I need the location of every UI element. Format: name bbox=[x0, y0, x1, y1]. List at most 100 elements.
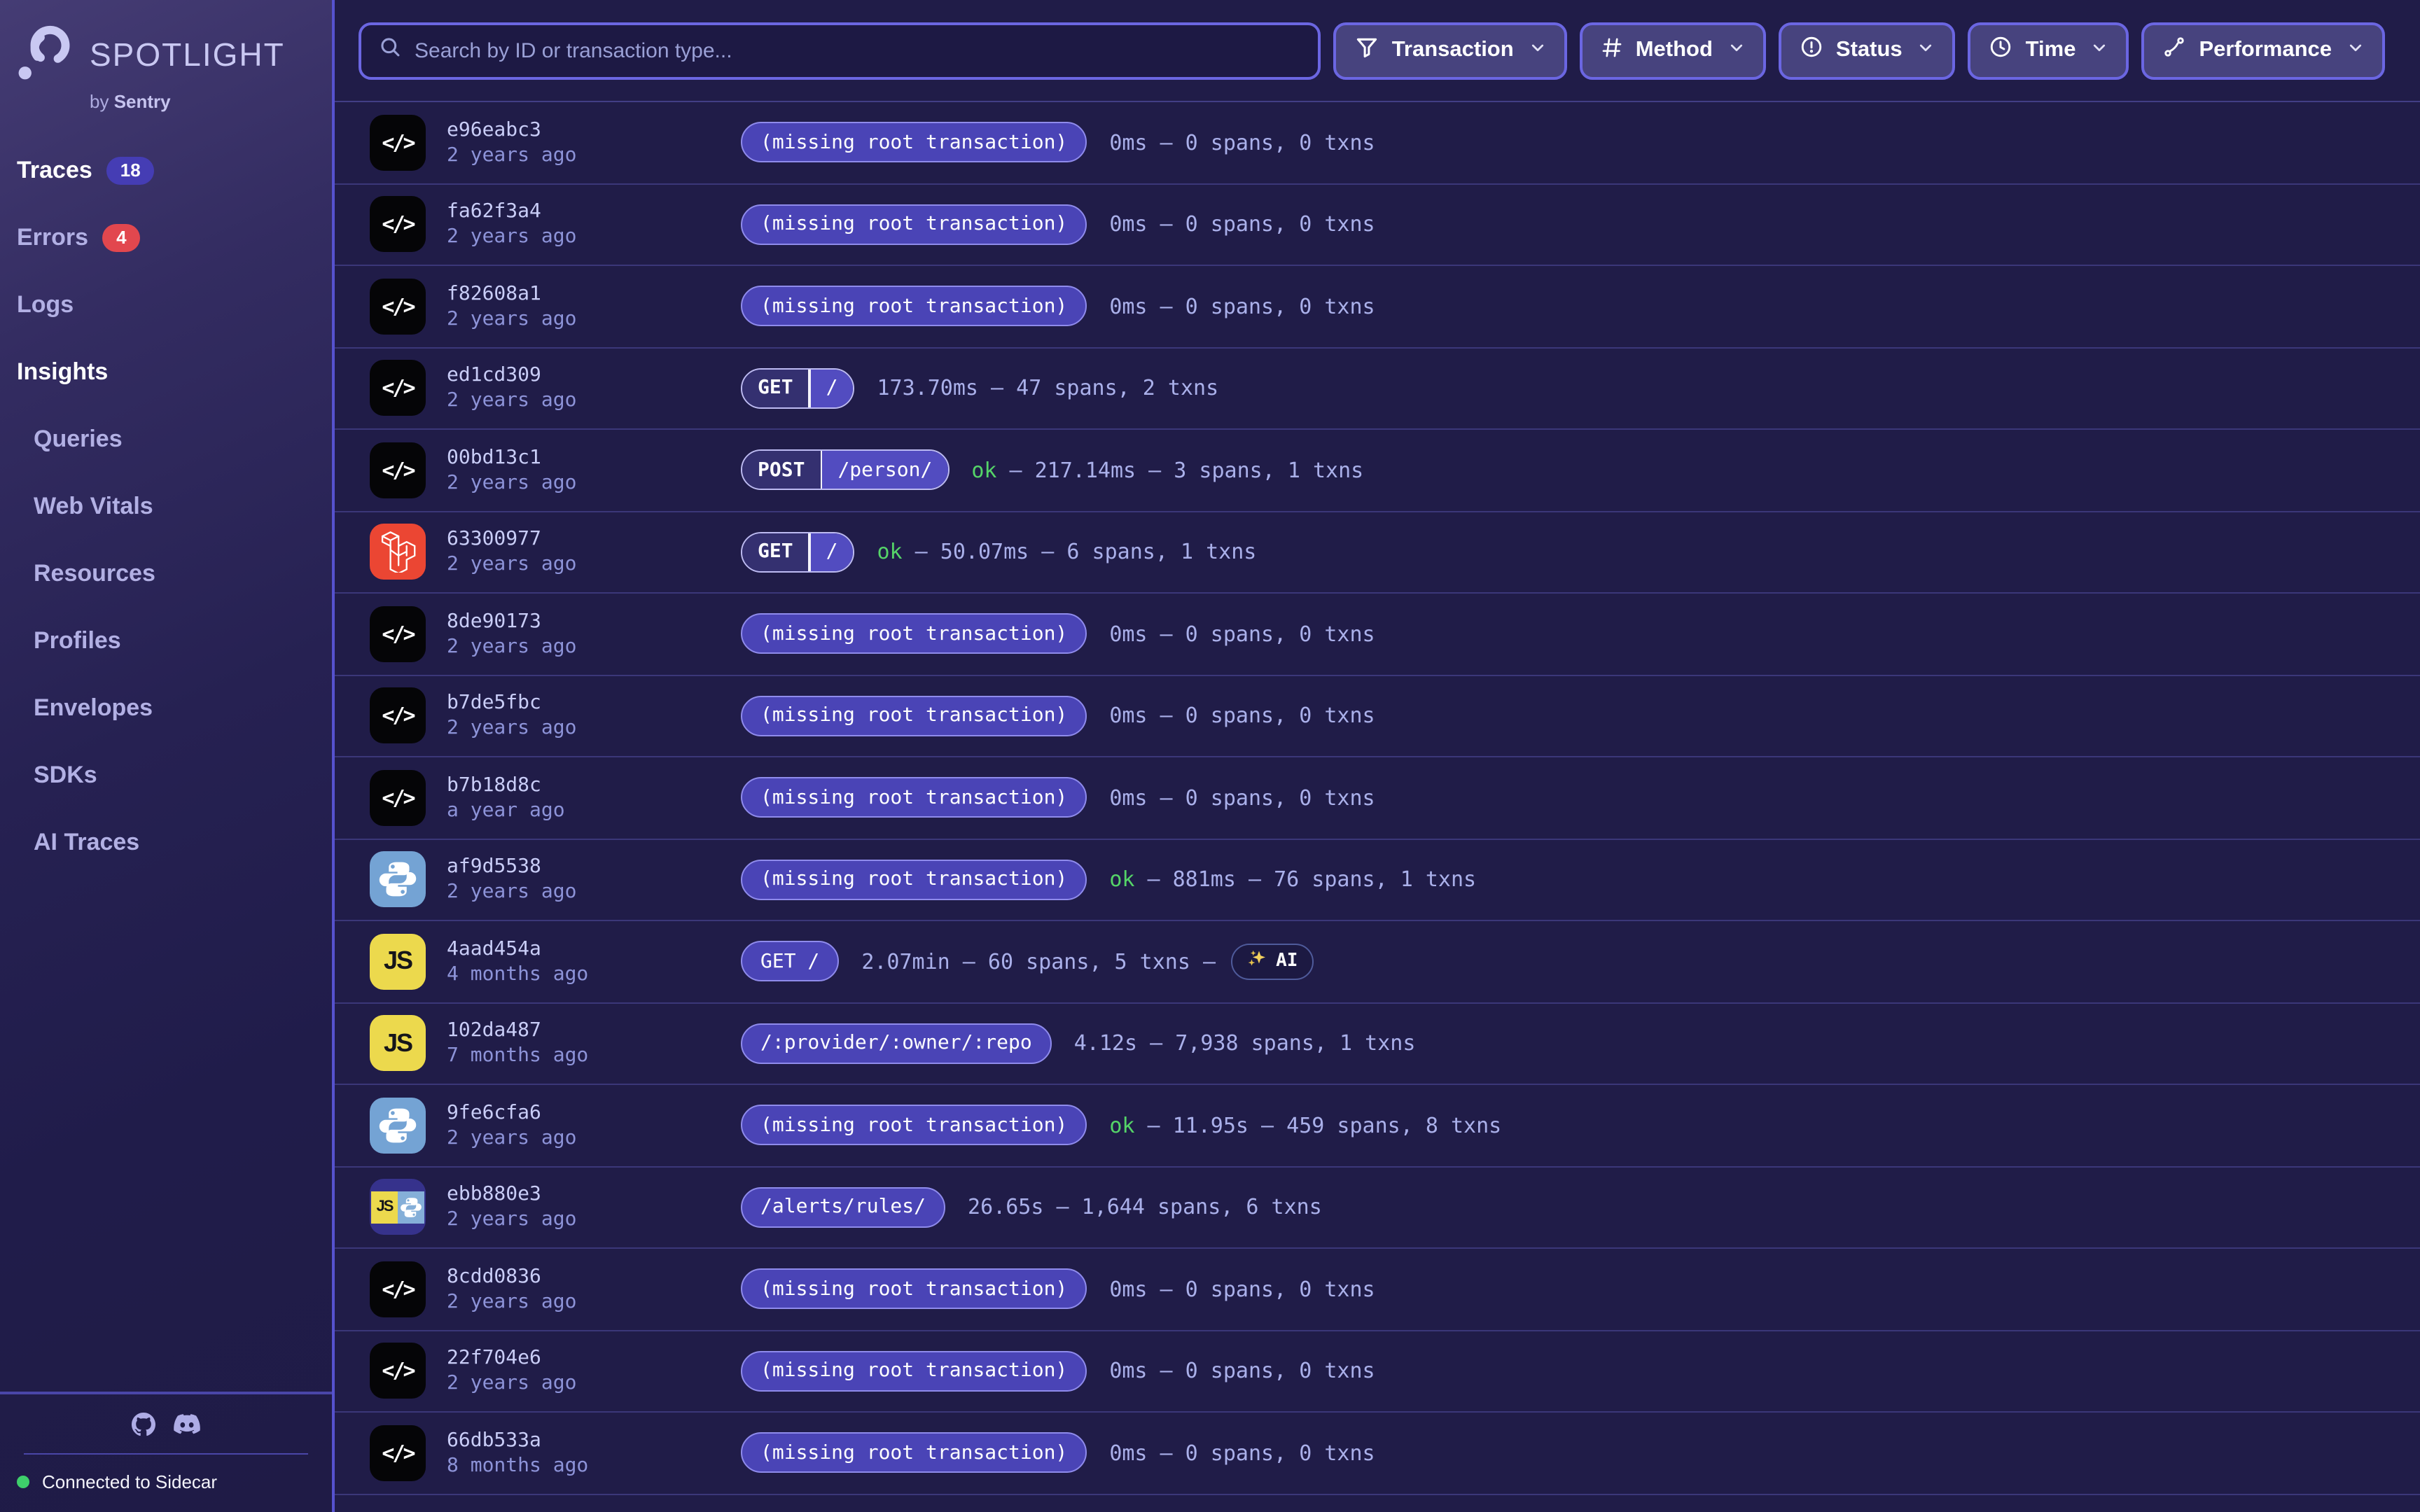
missing-root-transaction-badge: (missing root transaction) bbox=[741, 1433, 1087, 1474]
trace-meta: 66db533a 8 months ago bbox=[447, 1429, 741, 1477]
sidebar-item-sdks[interactable]: SDKs bbox=[0, 753, 332, 797]
spotlight-logo-icon bbox=[15, 21, 77, 90]
discord-icon[interactable] bbox=[174, 1414, 200, 1435]
trace-row[interactable]: </> f82608a1 2 years ago (missing root t… bbox=[335, 266, 2420, 348]
trace-timestamp: a year ago bbox=[447, 799, 741, 822]
sidebar-item-profiles[interactable]: Profiles bbox=[0, 619, 332, 662]
trace-timestamp: 2 years ago bbox=[447, 308, 741, 330]
transaction-path: /person/ bbox=[822, 451, 947, 489]
trace-row[interactable]: </> 66db533a 8 months ago (missing root … bbox=[335, 1413, 2420, 1494]
python-icon bbox=[398, 1191, 424, 1224]
trace-row[interactable]: 63300977 2 years ago GET/ ok — 50.07ms —… bbox=[335, 512, 2420, 594]
trace-row[interactable]: 9fe6cfa6 2 years ago (missing root trans… bbox=[335, 1085, 2420, 1167]
javascript-icon: JS bbox=[370, 934, 426, 990]
code-icon: </> bbox=[370, 279, 426, 335]
sidebar-item-traces[interactable]: Traces 18 bbox=[0, 148, 332, 192]
trace-stats: 0ms — 0 spans, 0 txns bbox=[1109, 294, 1375, 319]
trace-stats: 0ms — 0 spans, 0 txns bbox=[1109, 785, 1375, 811]
trace-timestamp: 2 years ago bbox=[447, 226, 741, 248]
trace-row[interactable]: </> 00bd13c1 2 years ago POST/person/ ok… bbox=[335, 430, 2420, 512]
trace-meta: f82608a1 2 years ago bbox=[447, 283, 741, 330]
sidebar: SPOTLIGHT by Sentry Traces 18 Errors 4 L… bbox=[0, 0, 335, 1512]
spotlight-app: SPOTLIGHT by Sentry Traces 18 Errors 4 L… bbox=[0, 0, 2420, 1512]
hash-icon bbox=[1601, 36, 1623, 65]
missing-root-transaction-badge: (missing root transaction) bbox=[741, 204, 1087, 245]
trace-id: 22f704e6 bbox=[447, 1348, 741, 1370]
trace-stats: 4.12s — 7,938 spans, 1 txns bbox=[1074, 1031, 1416, 1056]
trace-timestamp: 2 years ago bbox=[447, 636, 741, 658]
code-icon: </> bbox=[370, 1343, 426, 1399]
trace-timestamp: 2 years ago bbox=[447, 881, 741, 904]
sidebar-item-errors[interactable]: Errors 4 bbox=[0, 216, 332, 259]
trace-stats: ok — 881ms — 76 spans, 1 txns bbox=[1109, 867, 1476, 892]
search-icon bbox=[378, 35, 402, 66]
perf-icon bbox=[2162, 35, 2186, 66]
trace-timestamp: 2 years ago bbox=[447, 1373, 741, 1395]
trace-row[interactable]: JS 102da487 7 months ago /:provider/:own… bbox=[335, 1003, 2420, 1085]
transaction-path: / bbox=[811, 370, 854, 407]
code-icon: </> bbox=[370, 360, 426, 416]
sidebar-item-queries[interactable]: Queries bbox=[0, 417, 332, 461]
trace-id: 9fe6cfa6 bbox=[447, 1102, 741, 1124]
trace-timestamp: 2 years ago bbox=[447, 718, 741, 740]
transaction-badge: /alerts/rules/ bbox=[741, 1187, 945, 1228]
trace-row[interactable]: </> fa62f3a4 2 years ago (missing root t… bbox=[335, 184, 2420, 266]
trace-row[interactable]: JS 4aad454a 4 months ago GET / 2.07min —… bbox=[335, 921, 2420, 1003]
sidebar-item-resources[interactable]: Resources bbox=[0, 552, 332, 595]
missing-root-transaction-badge: (missing root transaction) bbox=[741, 614, 1087, 654]
alert-icon bbox=[1800, 35, 1823, 66]
trace-row[interactable]: </> 22f704e6 2 years ago (missing root t… bbox=[335, 1331, 2420, 1413]
trace-id: ebb880e3 bbox=[447, 1184, 741, 1206]
trace-timestamp: 2 years ago bbox=[447, 472, 741, 494]
sidebar-nav: Traces 18 Errors 4 Logs Insights Queries… bbox=[0, 148, 332, 864]
transaction-badge: /:provider/:owner/:repo bbox=[741, 1023, 1052, 1064]
filter-button-performance[interactable]: Performance bbox=[2141, 22, 2385, 79]
trace-row[interactable]: </> 8de90173 2 years ago (missing root t… bbox=[335, 594, 2420, 676]
sidebar-spacer bbox=[0, 864, 332, 1392]
clock-icon bbox=[1989, 35, 2013, 66]
chevron-down-icon bbox=[1725, 38, 1745, 63]
trace-row[interactable]: </> 8cdd0836 2 years ago (missing root t… bbox=[335, 1249, 2420, 1331]
trace-id: e96eabc3 bbox=[447, 119, 741, 141]
trace-id: b7b18d8c bbox=[447, 774, 741, 797]
trace-row[interactable]: </> b7b18d8c a year ago (missing root tr… bbox=[335, 757, 2420, 839]
trace-id: b7de5fbc bbox=[447, 692, 741, 715]
trace-timestamp: 2 years ago bbox=[447, 1291, 741, 1313]
sidebar-item-logs[interactable]: Logs bbox=[0, 283, 332, 326]
trace-meta: 00bd13c1 2 years ago bbox=[447, 447, 741, 494]
filter-button-transaction[interactable]: Transaction bbox=[1333, 22, 1567, 79]
transaction-badge: POST/person/ bbox=[741, 450, 949, 491]
missing-root-transaction-badge: (missing root transaction) bbox=[741, 860, 1087, 900]
app-title: SPOTLIGHT bbox=[90, 36, 285, 74]
trace-row[interactable]: </> b7de5fbc 2 years ago (missing root t… bbox=[335, 676, 2420, 757]
sidebar-item-ai-traces[interactable]: AI Traces bbox=[0, 820, 332, 864]
code-icon: </> bbox=[370, 197, 426, 253]
trace-meta: 102da487 7 months ago bbox=[447, 1020, 741, 1068]
trace-meta: e96eabc3 2 years ago bbox=[447, 119, 741, 167]
filter-button-method[interactable]: Method bbox=[1580, 22, 1766, 79]
filter-button-time[interactable]: Time bbox=[1968, 22, 2129, 79]
trace-row[interactable]: JS ebb880e3 2 years ago /alerts/rules/ 2… bbox=[335, 1167, 2420, 1249]
status-label: Connected to Sidecar bbox=[42, 1471, 217, 1492]
sidecar-status: Connected to Sidecar bbox=[0, 1455, 332, 1512]
trace-timestamp: 2 years ago bbox=[447, 144, 741, 167]
trace-stats: 0ms — 0 spans, 0 txns bbox=[1109, 704, 1375, 729]
trace-row[interactable]: af9d5538 2 years ago (missing root trans… bbox=[335, 839, 2420, 921]
sidebar-item-envelopes[interactable]: Envelopes bbox=[0, 686, 332, 729]
filter-bar: TransactionMethodStatusTimePerformance bbox=[1333, 22, 2385, 79]
trace-stats: 0ms — 0 spans, 0 txns bbox=[1109, 1441, 1375, 1466]
trace-stats: 0ms — 0 spans, 0 txns bbox=[1109, 1277, 1375, 1302]
code-icon: </> bbox=[370, 770, 426, 826]
trace-timestamp: 2 years ago bbox=[447, 1209, 741, 1231]
sidebar-item-insights[interactable]: Insights bbox=[0, 350, 332, 393]
trace-id: 63300977 bbox=[447, 528, 741, 551]
trace-row[interactable]: </> ed1cd309 2 years ago GET/ 173.70ms —… bbox=[335, 348, 2420, 430]
search-input[interactable]: Search by ID or transaction type... bbox=[359, 22, 1321, 79]
filter-button-status[interactable]: Status bbox=[1779, 22, 1956, 79]
sidebar-item-web-vitals[interactable]: Web Vitals bbox=[0, 484, 332, 528]
trace-meta: b7de5fbc 2 years ago bbox=[447, 692, 741, 740]
trace-row[interactable]: </> e96eabc3 2 years ago (missing root t… bbox=[335, 102, 2420, 184]
code-icon: </> bbox=[370, 606, 426, 662]
trace-meta: 9fe6cfa6 2 years ago bbox=[447, 1102, 741, 1149]
github-icon[interactable] bbox=[132, 1413, 155, 1436]
